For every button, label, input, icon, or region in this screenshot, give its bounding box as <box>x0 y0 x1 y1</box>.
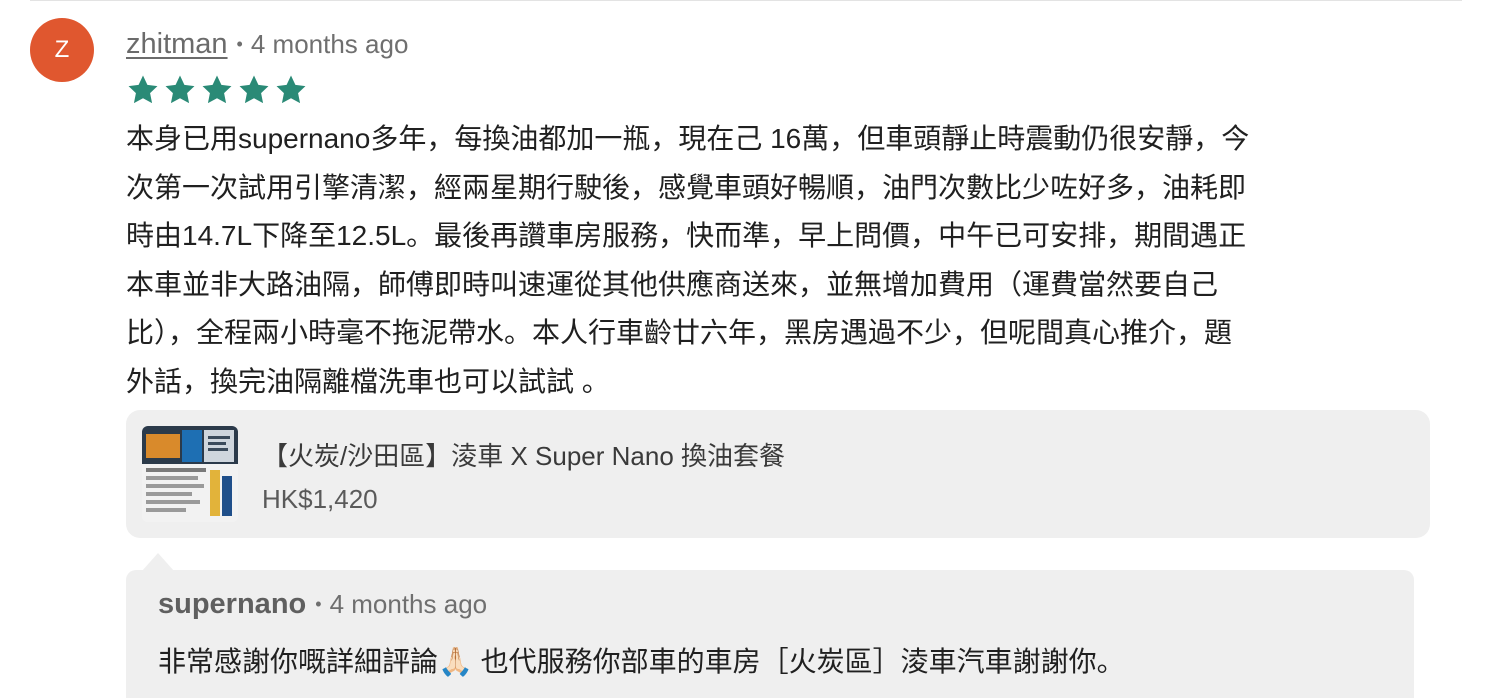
reply-header: supernano • 4 months ago <box>158 586 487 622</box>
user-avatar: Z <box>30 18 94 82</box>
product-card[interactable]: 【火炭/沙田區】淩車 X Super Nano 換油套餐 HK$1,420 <box>126 410 1430 538</box>
review-text-line: 本身已用supernano多年，每換油都加一瓶，現在己 16萬，但車頭靜止時震動… <box>126 123 1250 154</box>
seller-reply: supernano • 4 months ago 非常感謝你嘅詳細評論🙏🏻 也代… <box>126 570 1414 698</box>
reply-author: supernano <box>158 587 307 620</box>
reply-separator: • <box>315 593 322 614</box>
reply-text: 非常感謝你嘅詳細評論🙏🏻 也代服務你部車的車房［火炭區］淩車汽車謝謝你。 <box>158 646 1125 677</box>
product-title[interactable]: 【火炭/沙田區】淩車 X Super Nano 換油套餐 <box>262 436 785 473</box>
review-text-line: 時由14.7L下降至12.5L。最後再讚車房服務，快而準，早上問價，中午已可安排… <box>126 220 1247 251</box>
top-divider <box>30 0 1462 1</box>
product-image-icon <box>142 426 238 522</box>
star-rating <box>126 73 308 107</box>
reply-timestamp: 4 months ago <box>329 588 488 619</box>
star-icon <box>202 75 232 104</box>
review-text: 本身已用supernano多年，每換油都加一瓶，現在己 16萬，但車頭靜止時震動… <box>126 115 1426 406</box>
star-icon <box>276 75 306 104</box>
reply-pointer <box>142 553 174 571</box>
review-text-line: 本車並非大路油隔，師傅即時叫速運從其他供應商送來，並無增加費用（運費當然要自己 <box>126 268 1219 300</box>
product-thumbnail <box>142 426 238 522</box>
star-icon <box>128 75 158 104</box>
review-header: zhitman • 4 months ago <box>126 24 408 64</box>
review-text-line: 比），全程兩小時毫不拖泥帶水。本人行車齡廿六年，黑房遇過不少，但呢間真心推介，題 <box>126 317 1233 348</box>
review-timestamp: 4 months ago <box>250 28 409 59</box>
header-separator: • <box>236 33 243 54</box>
reviewer-username-link[interactable]: zhitman <box>126 28 228 61</box>
product-price: HK$1,420 <box>262 484 378 514</box>
star-icon <box>165 75 195 104</box>
review-text-line: 外話，換完油隔離檔洗車也可以試試 。 <box>126 365 610 397</box>
avatar-initial: Z <box>54 36 70 63</box>
star-icon <box>239 75 269 104</box>
review-text-line: 次第一次試用引擎清潔，經兩星期行駛後，感覺車頭好暢順，油門次數比少咗好多，油耗即 <box>126 171 1247 203</box>
